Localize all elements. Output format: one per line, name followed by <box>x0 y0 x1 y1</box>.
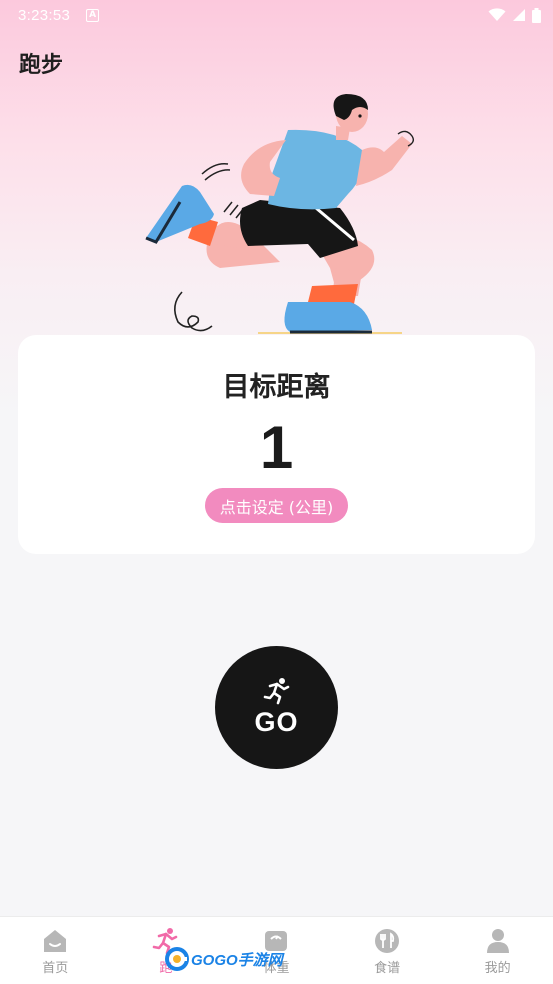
goal-title: 目标距离 <box>222 372 331 403</box>
tab-profile[interactable]: 我的 <box>442 917 553 984</box>
tab-label: 食谱 <box>374 961 401 976</box>
watermark-text: GOGO手游网 <box>191 951 283 969</box>
watermark-logo-icon <box>165 947 189 971</box>
tab-recipes[interactable]: 食谱 <box>332 917 443 984</box>
battery-icon <box>532 7 541 23</box>
go-label: GO <box>254 707 299 737</box>
goal-distance-card: 目标距离 1 点击设定 (公里) <box>18 335 535 554</box>
signal-icon <box>513 9 525 21</box>
set-distance-button[interactable]: 点击设定 (公里) <box>205 488 348 523</box>
watermark: GOGO手游网 <box>165 946 283 972</box>
notification-icon: A <box>86 8 100 22</box>
status-indicators <box>488 7 541 23</box>
status-time: 3:23:53 <box>18 6 71 24</box>
runner-illustration <box>145 94 415 334</box>
wifi-icon <box>488 8 506 21</box>
fork-knife-icon <box>375 929 400 953</box>
tab-label: 我的 <box>484 961 511 976</box>
running-person-icon <box>263 678 289 705</box>
tab-label: 首页 <box>42 961 69 976</box>
goal-value: 1 <box>259 414 294 481</box>
go-button[interactable]: GO <box>215 646 338 769</box>
home-icon <box>44 930 67 952</box>
status-bar: 3:23:53 A <box>0 0 553 30</box>
tab-home[interactable]: 首页 <box>0 917 111 984</box>
person-icon <box>486 929 509 953</box>
page-title: 跑步 <box>19 53 64 78</box>
